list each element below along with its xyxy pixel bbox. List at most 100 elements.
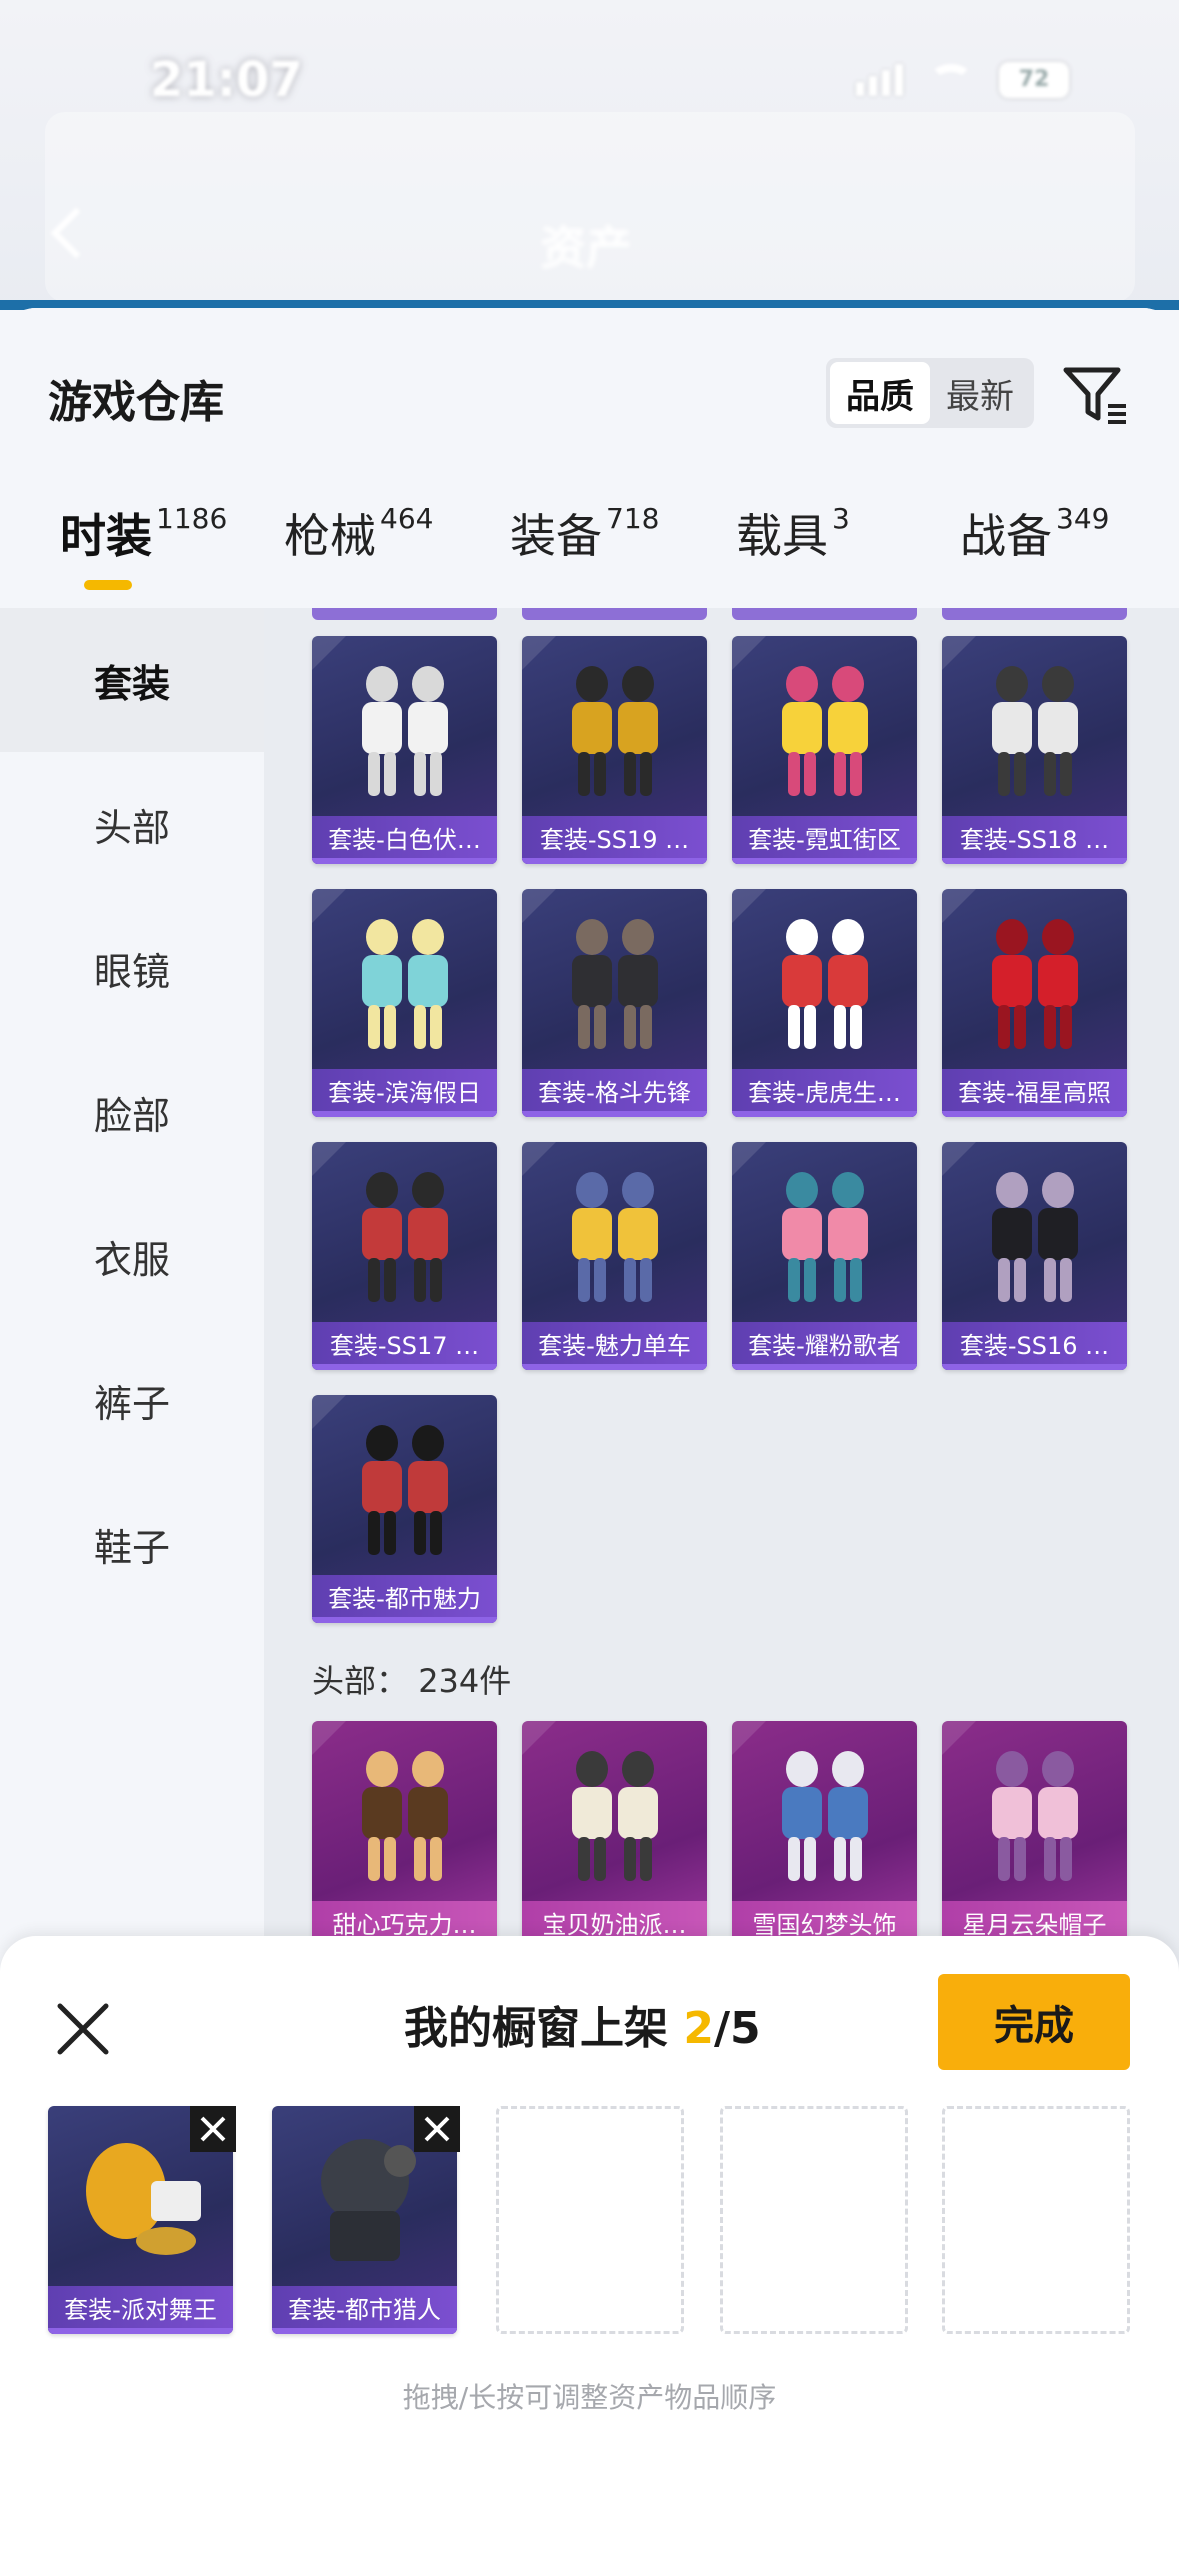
- tab-label: 枪械: [284, 509, 376, 563]
- showcase-panel: 我的橱窗上架 2/5 完成 套装-派对舞王 套装-都市猎人 拖拽/长按可调整资产…: [0, 1936, 1179, 2556]
- showcase-slot[interactable]: 套装-派对舞王: [48, 2106, 236, 2334]
- item-card[interactable]: 星月云朵帽子: [942, 1721, 1127, 1949]
- sort-newest[interactable]: 最新: [930, 362, 1030, 424]
- item-card[interactable]: 套装-SS18 …: [942, 636, 1127, 864]
- item-card[interactable]: 套装-滨海假日: [312, 889, 497, 1117]
- status-icons: 72: [856, 62, 1069, 98]
- showcase-slot[interactable]: 套装-都市猎人: [272, 2106, 460, 2334]
- peek-card: [312, 608, 497, 620]
- item-art: [942, 1721, 1127, 1901]
- item-card[interactable]: 套装-魅力单车: [522, 1142, 707, 1370]
- done-button[interactable]: 完成: [938, 1974, 1130, 2070]
- status-bar: 21:07 72 资产: [0, 0, 1179, 310]
- item-art: [312, 1395, 497, 1575]
- item-card[interactable]: 宝贝奶油派…: [522, 1721, 707, 1949]
- item-art: [732, 1721, 917, 1901]
- tab-label: 时装: [60, 509, 152, 563]
- battery-icon: 72: [999, 62, 1069, 98]
- item-card[interactable]: 套装-霓虹街区: [732, 636, 917, 864]
- item-label: 套装-SS17 …: [312, 1322, 497, 1370]
- sheet-header: 游戏仓库 品质 最新 时装 1186 枪械 464 装备 718 载具 3 战备…: [0, 308, 1179, 608]
- sidebar-item-suits[interactable]: 套装: [0, 608, 264, 752]
- tab-count: 349: [1056, 502, 1110, 535]
- filter-icon[interactable]: [1060, 360, 1130, 430]
- peek-card: [522, 608, 707, 620]
- sidebar-item-pants[interactable]: 裤子: [0, 1328, 264, 1472]
- item-art: [312, 1142, 497, 1322]
- item-art: [732, 889, 917, 1069]
- section-count: 234件: [418, 1662, 512, 1700]
- sidebar-item-shoes[interactable]: 鞋子: [0, 1472, 264, 1616]
- item-label: 套装-耀粉歌者: [732, 1322, 917, 1370]
- sidebar-item-head[interactable]: 头部: [0, 752, 264, 896]
- tab-guns[interactable]: 枪械 464: [284, 500, 433, 566]
- page-title: 游戏仓库: [48, 377, 224, 428]
- tab-label: 装备: [510, 509, 602, 563]
- item-art: [312, 636, 497, 816]
- item-label: 套装-虎虎生…: [732, 1069, 917, 1117]
- item-art: [942, 1142, 1127, 1322]
- nav-title: 资产: [540, 221, 632, 275]
- tab-vehicles[interactable]: 载具 3: [736, 500, 850, 566]
- item-card[interactable]: 套装-耀粉歌者: [732, 1142, 917, 1370]
- remove-item-button[interactable]: [414, 2106, 460, 2152]
- panel-count-current: 2: [683, 2003, 714, 2054]
- item-card[interactable]: 套装-SS19 …: [522, 636, 707, 864]
- signal-icon: [856, 64, 903, 96]
- item-card[interactable]: 套装-SS17 …: [312, 1142, 497, 1370]
- remove-item-button[interactable]: [190, 2106, 236, 2152]
- peek-card: [732, 608, 917, 620]
- item-label: 套装-福星高照: [942, 1069, 1127, 1117]
- item-label: 套装-都市猎人: [272, 2286, 457, 2334]
- tab-count: 3: [832, 502, 850, 535]
- close-icon: [200, 2116, 226, 2142]
- item-label: 套装-派对舞王: [48, 2286, 233, 2334]
- item-card[interactable]: 甜心巧克力…: [312, 1721, 497, 1949]
- empty-slot[interactable]: [496, 2106, 684, 2334]
- active-tab-indicator: [84, 580, 132, 590]
- item-card[interactable]: 套装-虎虎生…: [732, 889, 917, 1117]
- item-label: 套装-SS18 …: [942, 816, 1127, 864]
- item-art: [732, 636, 917, 816]
- item-card[interactable]: 套装-都市魅力: [312, 1395, 497, 1623]
- item-art: [522, 889, 707, 1069]
- panel-title: 我的橱窗上架 2/5: [404, 1992, 761, 2056]
- sidebar-item-clothes[interactable]: 衣服: [0, 1184, 264, 1328]
- sort-quality[interactable]: 品质: [830, 362, 930, 424]
- section-label: 头部：: [312, 1662, 409, 1700]
- item-art: [522, 1721, 707, 1901]
- tab-count: 1186: [156, 502, 228, 535]
- item-card[interactable]: 雪国幻梦头饰: [732, 1721, 917, 1949]
- tab-supplies[interactable]: 战备 349: [960, 500, 1109, 566]
- tab-count: 464: [380, 502, 434, 535]
- head-section-header: 头部： 234件: [312, 1656, 511, 1702]
- tab-count: 718: [606, 502, 660, 535]
- wifi-icon: [929, 64, 973, 96]
- close-icon: [424, 2116, 450, 2142]
- sidebar-item-glasses[interactable]: 眼镜: [0, 896, 264, 1040]
- sort-toggle[interactable]: 品质 最新: [826, 358, 1034, 428]
- reorder-hint: 拖拽/长按可调整资产物品顺序: [402, 2381, 777, 2414]
- item-card[interactable]: 套装-福星高照: [942, 889, 1127, 1117]
- empty-slot[interactable]: [942, 2106, 1130, 2334]
- item-label: 套装-SS16 …: [942, 1322, 1127, 1370]
- item-card[interactable]: 套装-格斗先锋: [522, 889, 707, 1117]
- item-art: [312, 1721, 497, 1901]
- item-label: 套装-格斗先锋: [522, 1069, 707, 1117]
- category-tabs: 时装 1186 枪械 464 装备 718 载具 3 战备 349: [0, 500, 1179, 600]
- item-label: 套装-霓虹街区: [732, 816, 917, 864]
- close-icon[interactable]: [52, 1998, 114, 2060]
- item-art: [942, 889, 1127, 1069]
- empty-slot[interactable]: [720, 2106, 908, 2334]
- item-art: [732, 1142, 917, 1322]
- sidebar-item-face[interactable]: 脸部: [0, 1040, 264, 1184]
- tab-label: 载具: [736, 509, 828, 563]
- item-card[interactable]: 套装-白色伏…: [312, 636, 497, 864]
- peek-card: [942, 608, 1127, 620]
- item-art: [522, 1142, 707, 1322]
- tab-fashion[interactable]: 时装 1186: [60, 500, 227, 566]
- item-card[interactable]: 套装-SS16 …: [942, 1142, 1127, 1370]
- item-art: [942, 636, 1127, 816]
- tab-equipment[interactable]: 装备 718: [510, 500, 659, 566]
- item-label: 套装-白色伏…: [312, 816, 497, 864]
